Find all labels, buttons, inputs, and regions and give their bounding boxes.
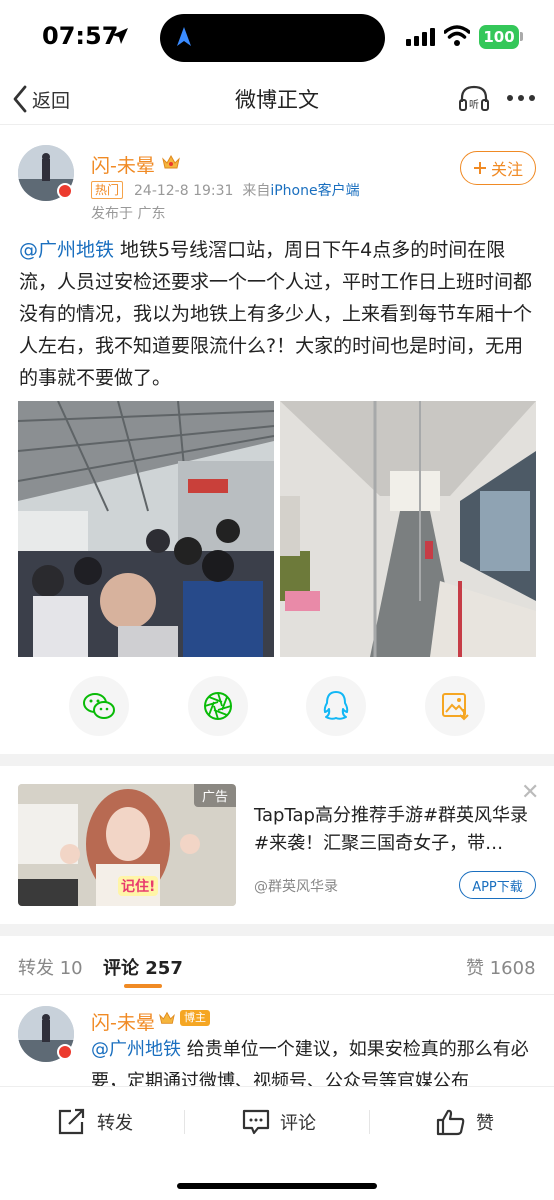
source-client-link[interactable]: iPhone客户端 (270, 183, 359, 199)
moments-icon (204, 692, 232, 720)
nav-divider (0, 124, 554, 125)
qq-icon (323, 691, 349, 720)
post-location: 发布于 广东 (91, 206, 166, 222)
repost-icon (58, 1108, 85, 1135)
crown-icon (162, 154, 180, 169)
chevron-left-icon (13, 85, 27, 113)
listen-icon[interactable]: 听 (458, 84, 490, 114)
verified-badge-icon (57, 1044, 73, 1060)
back-button[interactable]: 返回 (12, 82, 70, 116)
comment-author-name[interactable]: 闪-未晕 (91, 1008, 155, 1035)
like-button[interactable]: 赞 (436, 1108, 494, 1136)
share-qq-button[interactable] (306, 676, 366, 736)
repost-label: 转发 (97, 1113, 133, 1134)
status-time: 07:57 (42, 22, 119, 50)
ad-image[interactable]: 记住! 广告 (18, 784, 236, 906)
wechat-icon (83, 693, 115, 719)
like-label: 赞 (476, 1113, 494, 1134)
wifi-icon (444, 25, 470, 46)
comment-label: 评论 (280, 1113, 316, 1134)
comment-button[interactable]: 评论 (242, 1108, 316, 1136)
post-mention-link[interactable]: @广州地铁 (19, 239, 114, 261)
comment-mention-link[interactable]: @广州地铁 (91, 1039, 181, 1060)
action-separator (369, 1110, 370, 1134)
battery-cap (520, 32, 523, 41)
follow-label: 关注 (490, 160, 523, 179)
section-divider (0, 924, 554, 936)
ad-title[interactable]: TapTap高分推荐手游#群英风华录#来袭！汇聚三国奇女子，带… (254, 802, 536, 858)
tab-likes[interactable]: 赞 1608 (466, 954, 536, 980)
tab-repost[interactable]: 转发 10 (18, 954, 83, 980)
action-separator (184, 1110, 185, 1134)
hot-tag: 热门 (91, 181, 124, 199)
post-text: 地铁5号线滘口站，周日下午4点多的时间在限流，人员过安检还要求一个一个人过，平时… (19, 239, 533, 389)
post-meta: 24-12-8 19:31 来自iPhone客户端 (134, 180, 360, 200)
tab-indicator (124, 984, 162, 988)
save-image-icon (442, 693, 469, 721)
cellular-signal-icon (406, 28, 435, 46)
home-indicator (177, 1183, 377, 1189)
back-label: 返回 (32, 89, 71, 112)
post-photo-2[interactable] (280, 401, 536, 657)
ad-overlay-text: 记住! (118, 876, 159, 896)
location-arrow-icon (112, 28, 128, 44)
verified-badge-icon (57, 183, 73, 199)
author-badge: 博主 (180, 1010, 210, 1026)
share-moments-button[interactable] (188, 676, 248, 736)
section-divider (0, 754, 554, 766)
share-wechat-button[interactable] (69, 676, 129, 736)
crown-icon (159, 1011, 175, 1024)
author-name[interactable]: 闪-未晕 (91, 151, 155, 178)
svg-text:听: 听 (469, 99, 479, 111)
more-options-icon[interactable] (506, 94, 536, 102)
post-body: @广州地铁 地铁5号线滘口站，周日下午4点多的时间在限流，人员过安检还要求一个一… (19, 234, 537, 394)
app-download-button[interactable]: APP下载 (459, 871, 536, 899)
ad-source: @群英风华录 (254, 879, 338, 895)
repost-button[interactable]: 转发 (57, 1108, 133, 1136)
battery-indicator: 100 (479, 25, 519, 49)
tab-comments[interactable]: 评论 257 (103, 954, 183, 980)
plus-icon (473, 162, 486, 174)
follow-button[interactable]: 关注 (460, 151, 536, 185)
save-image-button[interactable] (425, 676, 485, 736)
thumbs-up-icon (436, 1109, 465, 1136)
ad-tag: 广告 (193, 784, 236, 807)
train-carriage-image (280, 401, 536, 657)
navigation-app-icon (177, 27, 191, 46)
dynamic-island (160, 14, 385, 62)
source-prefix: 来自 (242, 183, 271, 199)
post-timestamp: 24-12-8 19:31 (134, 183, 234, 199)
post-photo-1[interactable] (18, 401, 274, 657)
comment-icon (242, 1109, 270, 1135)
station-platform-image (18, 401, 274, 657)
tabs-divider (0, 994, 554, 995)
